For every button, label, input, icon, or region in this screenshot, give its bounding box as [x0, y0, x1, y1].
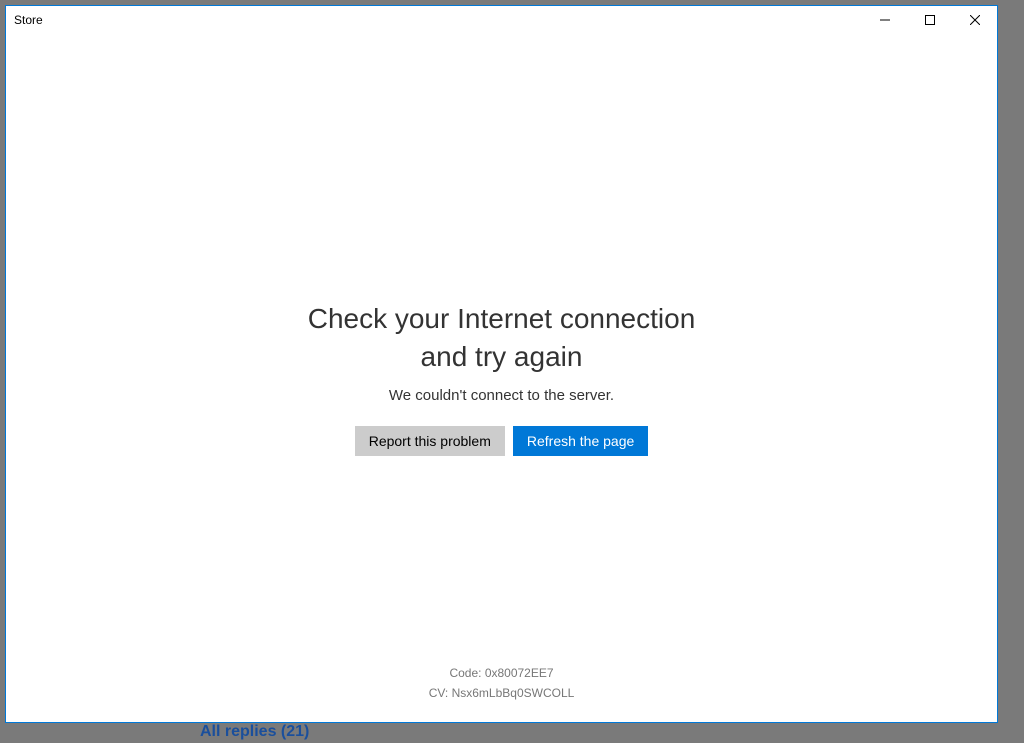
close-button[interactable] [952, 6, 997, 34]
code-label: Code: [449, 666, 481, 680]
window-title: Store [14, 13, 43, 27]
window-controls [862, 6, 997, 34]
report-problem-button[interactable]: Report this problem [355, 426, 505, 456]
minimize-icon [880, 15, 890, 25]
error-subtext: We couldn't connect to the server. [389, 387, 614, 404]
error-heading: Check your Internet connection and try a… [308, 300, 696, 376]
refresh-page-button[interactable]: Refresh the page [513, 426, 648, 456]
background-replies-text: All replies (21) [200, 723, 309, 741]
cv-label: CV: [429, 686, 449, 700]
store-window: Store Check your Internet connection and… [5, 5, 998, 723]
close-icon [970, 15, 980, 25]
minimize-button[interactable] [862, 6, 907, 34]
button-row: Report this problem Refresh the page [355, 426, 649, 456]
code-value: 0x80072EE7 [485, 666, 554, 680]
content-area: Check your Internet connection and try a… [6, 34, 997, 722]
cv-line: CV: Nsx6mLbBq0SWCOLL [6, 684, 997, 703]
maximize-button[interactable] [907, 6, 952, 34]
cv-value: Nsx6mLbBq0SWCOLL [452, 686, 575, 700]
titlebar: Store [6, 6, 997, 34]
error-code-line: Code: 0x80072EE7 [6, 664, 997, 683]
footer-codes: Code: 0x80072EE7 CV: Nsx6mLbBq0SWCOLL [6, 663, 997, 704]
maximize-icon [925, 15, 935, 25]
